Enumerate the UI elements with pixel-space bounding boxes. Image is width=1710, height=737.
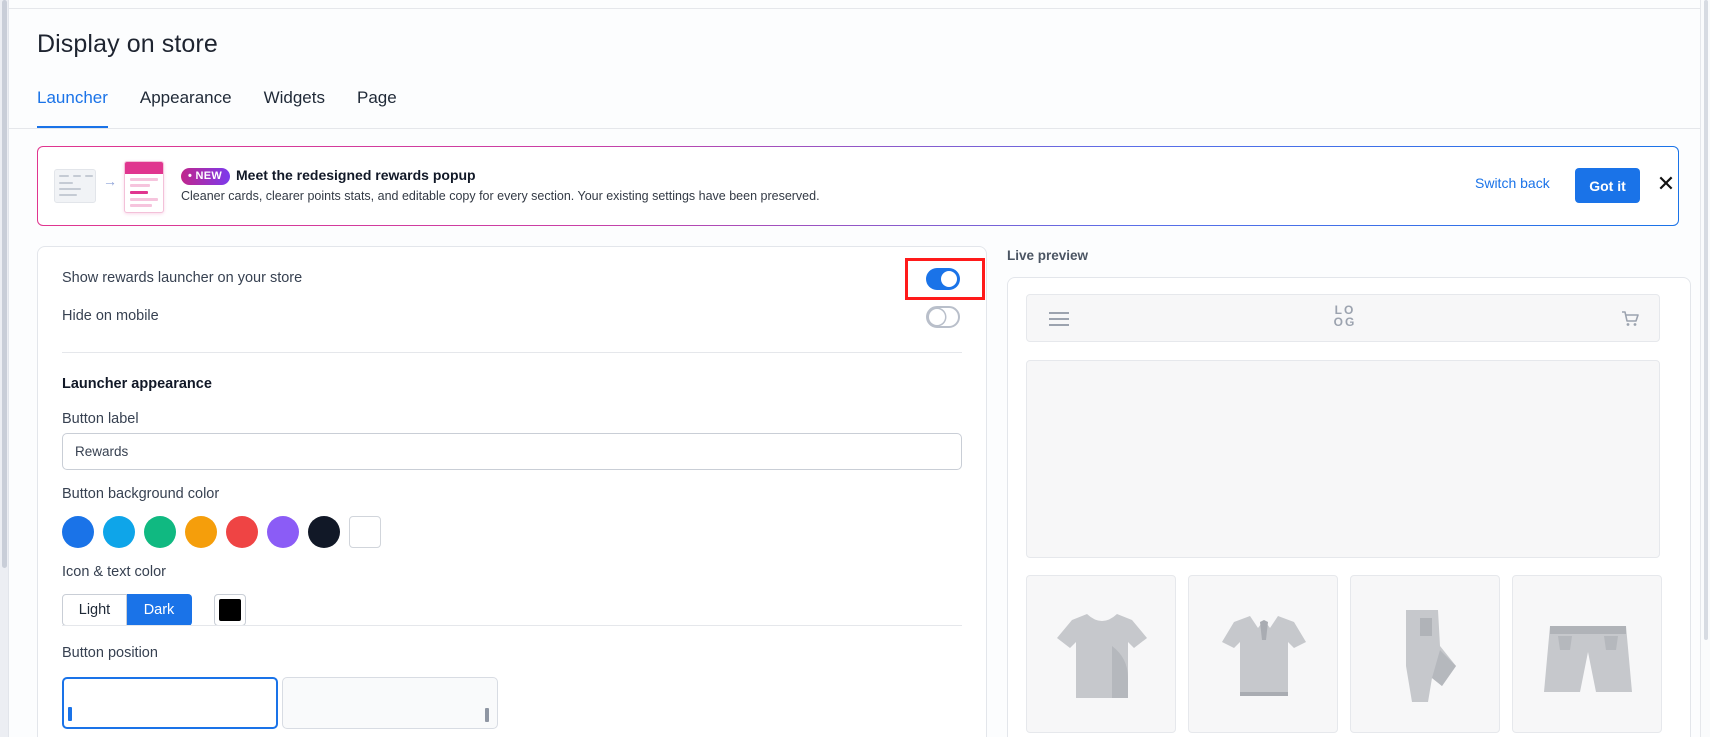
logo-line-2: OG bbox=[1333, 315, 1357, 329]
cart-icon bbox=[1622, 311, 1639, 326]
old-popup-thumbnail bbox=[54, 169, 96, 203]
store-header: LO OG bbox=[1026, 294, 1660, 342]
got-it-button[interactable]: Got it bbox=[1575, 168, 1640, 203]
page-scrollbar[interactable] bbox=[1700, 0, 1710, 737]
new-badge: • NEW bbox=[181, 168, 231, 185]
close-icon[interactable]: ✕ bbox=[1654, 172, 1678, 196]
live-preview-card: LO OG bbox=[1007, 277, 1691, 737]
toggle-knob bbox=[941, 271, 957, 287]
launcher-appearance-title: Launcher appearance bbox=[62, 376, 212, 392]
button-position-label: Button position bbox=[62, 645, 158, 661]
icon-text-color-toggle: Light Dark bbox=[62, 594, 192, 626]
tab-widgets[interactable]: Widgets bbox=[264, 88, 325, 128]
position-left-marker bbox=[68, 707, 72, 721]
swatch-red[interactable] bbox=[226, 516, 258, 548]
store-logo: LO OG bbox=[1331, 304, 1359, 328]
color-swatches bbox=[62, 516, 381, 548]
tab-launcher[interactable]: Launcher bbox=[37, 88, 108, 128]
live-preview-label: Live preview bbox=[1007, 248, 1089, 263]
position-right-option[interactable] bbox=[282, 677, 498, 729]
banner-description: Cleaner cards, clearer points stats, and… bbox=[181, 189, 820, 203]
tab-bar: Launcher Appearance Widgets Page bbox=[37, 88, 429, 128]
position-left-option[interactable] bbox=[62, 677, 278, 729]
swatch-white[interactable] bbox=[349, 516, 381, 548]
page: Display on store Launcher Appearance Wid… bbox=[9, 0, 1700, 737]
polo-shirt-icon bbox=[1222, 616, 1306, 696]
button-bg-color-label: Button background color bbox=[62, 486, 220, 502]
new-popup-thumbnail bbox=[124, 161, 164, 213]
arrow-right-icon: → bbox=[103, 173, 117, 189]
icon-text-color-label: Icon & text color bbox=[62, 564, 166, 580]
new-badge-text: NEW bbox=[195, 170, 223, 182]
button-label-input[interactable] bbox=[62, 433, 962, 470]
show-launcher-toggle[interactable] bbox=[926, 268, 960, 290]
light-option-button[interactable]: Light bbox=[62, 594, 127, 626]
toggle-knob bbox=[929, 309, 945, 325]
swatch-green[interactable] bbox=[144, 516, 176, 548]
jeans-icon bbox=[1406, 610, 1456, 702]
page-scrollbar-thumb[interactable] bbox=[1704, 0, 1708, 640]
product-card bbox=[1512, 575, 1662, 733]
icon-color-preview bbox=[219, 599, 241, 621]
icon-color-picker[interactable] bbox=[214, 594, 246, 626]
swatch-blue[interactable] bbox=[62, 516, 94, 548]
product-card bbox=[1188, 575, 1338, 733]
hide-on-mobile-label: Hide on mobile bbox=[62, 308, 159, 324]
swatch-sky[interactable] bbox=[103, 516, 135, 548]
position-right-marker bbox=[485, 708, 489, 722]
tab-page[interactable]: Page bbox=[357, 88, 397, 128]
swatch-navy[interactable] bbox=[308, 516, 340, 548]
section-divider bbox=[62, 625, 962, 626]
section-divider bbox=[62, 352, 962, 353]
left-scrollbar-thumb[interactable] bbox=[2, 0, 7, 568]
button-label-label: Button label bbox=[62, 411, 139, 427]
swatch-purple[interactable] bbox=[267, 516, 299, 548]
t-shirt-icon bbox=[1057, 614, 1147, 698]
new-popup-banner: → • NEW Meet the redesigned rewards popu… bbox=[37, 146, 1679, 226]
hide-on-mobile-toggle[interactable] bbox=[926, 306, 960, 328]
hero-banner-placeholder bbox=[1026, 360, 1660, 558]
show-launcher-label: Show rewards launcher on your store bbox=[62, 270, 303, 286]
shorts-icon bbox=[1544, 626, 1632, 692]
tabs-divider bbox=[9, 128, 1700, 129]
switch-back-link[interactable]: Switch back bbox=[1475, 175, 1550, 191]
top-divider bbox=[9, 8, 1700, 9]
left-scrollbar[interactable] bbox=[0, 0, 9, 737]
product-card bbox=[1350, 575, 1500, 733]
product-card bbox=[1026, 575, 1176, 733]
menu-icon bbox=[1049, 312, 1069, 326]
tab-appearance[interactable]: Appearance bbox=[140, 88, 232, 128]
swatch-orange[interactable] bbox=[185, 516, 217, 548]
dark-option-button[interactable]: Dark bbox=[127, 594, 192, 626]
launcher-settings-card: Show rewards launcher on your store Hide… bbox=[37, 246, 987, 737]
page-title: Display on store bbox=[37, 30, 218, 58]
banner-title: Meet the redesigned rewards popup bbox=[236, 167, 476, 183]
